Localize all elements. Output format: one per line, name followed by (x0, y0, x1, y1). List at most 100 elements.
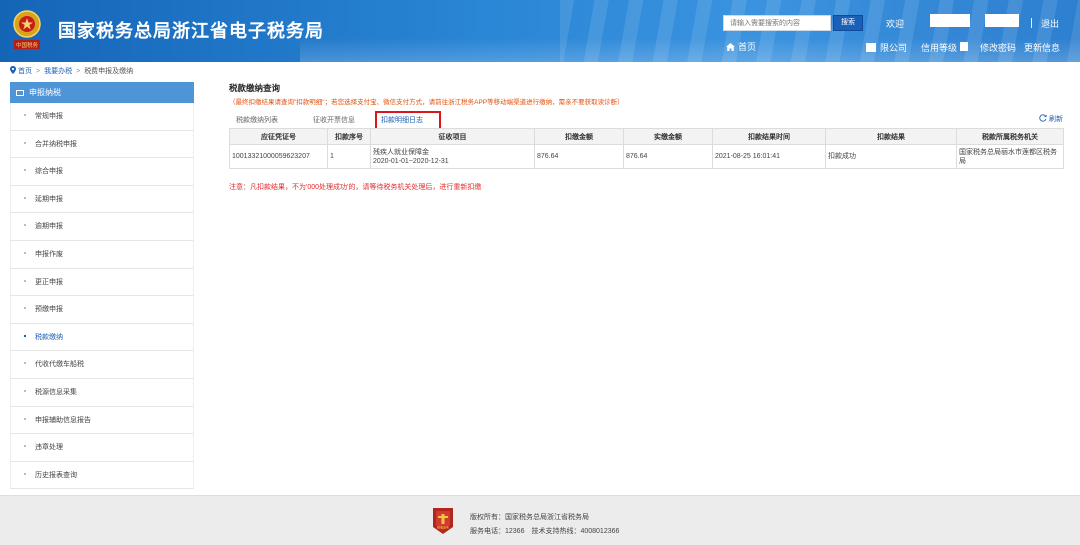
home-link[interactable]: 首页 (726, 40, 756, 53)
sidebar-item[interactable]: 代收代缴车船税 (10, 351, 194, 379)
site-title: 国家税务总局浙江省电子税务局 (58, 21, 324, 41)
home-label: 首页 (738, 42, 757, 52)
cell-result: 扣款成功 (825, 144, 957, 169)
col-deduct-seq: 扣款序号 (327, 128, 371, 145)
sidebar-item[interactable]: 延期申报 (10, 185, 194, 214)
sidebar: 申报纳税 常规申报 合并纳税申报综合申报延期申报逾期申报申报作废更正申报预缴申报税… (10, 82, 194, 490)
update-info-link[interactable]: 更新信息 (1024, 41, 1060, 54)
bullet-icon (24, 417, 26, 420)
redacted-username (930, 14, 970, 27)
sidebar-item[interactable]: 更正申报 (10, 268, 194, 297)
col-result: 扣款结果 (825, 128, 957, 145)
tax-emblem-icon: 中国税务 (13, 10, 41, 49)
bullet-icon (24, 141, 26, 144)
cell-result-time: 2021-08-25 16:01:41 (712, 144, 826, 169)
cell-authority: 国家税务总局丽水市莲都区税务局 (956, 144, 1064, 169)
col-deduct-amount: 扣缴金额 (534, 128, 624, 145)
table-row: 10013321000059623207 1 残疾人就业保障金 2020-01-… (229, 144, 1064, 169)
company-name: 限公司 (880, 43, 908, 53)
col-result-time: 扣款结果时间 (712, 128, 826, 145)
footer: 税收业务 版权所有：国家税务总局浙江省税务局 服务电话：12366 技术支持热线… (0, 495, 1080, 545)
warning-note: 注意：凡扣款结果，不为'000处理成功'的，请等待税务机关处理后，进行重新扣缴 (229, 184, 482, 191)
sidebar-item-label: 逾期申报 (35, 223, 63, 231)
main-content: 税款缴纳查询 （最终扣缴结果请查询"扣款明细"；若您选择支付宝、微信支付方式，请… (229, 82, 1064, 191)
search-input[interactable] (723, 15, 831, 31)
credit-level-link[interactable]: 信用等级 (921, 41, 957, 54)
svg-text:中国税务: 中国税务 (16, 41, 39, 49)
sidebar-item-label: 综合申报 (35, 168, 63, 176)
tab-invoice-info[interactable]: 征收开票信息 (313, 115, 355, 125)
sidebar-item-label: 申报作废 (35, 250, 63, 258)
sidebar-item-label: 税源信息采集 (35, 388, 77, 396)
col-paid-amount: 实缴金额 (623, 128, 713, 145)
copyright: 版权所有：国家税务总局浙江省税务局 (470, 514, 589, 521)
redacted-company (985, 14, 1019, 27)
tab-bar: 税款缴纳列表 征收开票信息 扣款明细日志 刷新 (229, 110, 1063, 133)
bullet-icon (24, 472, 26, 475)
svg-text:税收业务: 税收业务 (437, 525, 449, 530)
bullet-icon (24, 224, 26, 227)
sidebar-item-label: 延期申报 (35, 195, 63, 203)
page-note: （最终扣缴结果请查询"扣款明细"；若您选择支付宝、微信支付方式，请前往浙江税务A… (229, 99, 624, 106)
tax-service-logo-icon: 税收业务 (433, 508, 453, 534)
sidebar-item[interactable]: 常规申报 (10, 103, 194, 131)
breadcrumb-home[interactable]: 首页 (18, 68, 32, 75)
sidebar-item[interactable]: 申报作废 (10, 240, 194, 269)
sidebar-item-label: 税款缴纳 (35, 333, 63, 341)
cell-deduct-amount: 876.64 (534, 144, 624, 169)
sidebar-item[interactable]: 历史报表查询 (10, 461, 194, 490)
col-voucher-no: 应征凭证号 (229, 128, 328, 145)
sidebar-item[interactable]: 违章处理 (10, 434, 194, 462)
bullet-icon (24, 251, 26, 254)
breadcrumb: 首页 > 我要办税 > 税费申报及缴纳 (10, 66, 133, 76)
welcome-text: 欢迎 (886, 19, 905, 29)
bullet-icon (24, 307, 26, 310)
page-title: 税款缴纳查询 (229, 83, 281, 93)
change-password-link[interactable]: 修改密码 (980, 41, 1016, 54)
cell-seq: 1 (327, 144, 371, 169)
sidebar-title: 申报纳税 (29, 88, 61, 97)
refresh-icon (1039, 114, 1047, 122)
home-icon (726, 43, 735, 51)
breadcrumb-current: 税费申报及缴纳 (84, 68, 134, 75)
sidebar-item-label: 历史报表查询 (35, 471, 77, 479)
levy-item-name: 残疾人就业保障金 (373, 148, 429, 156)
cell-voucher-no: 10013321000059623207 (229, 144, 328, 169)
breadcrumb-separator: > (76, 68, 81, 75)
bullet-icon (24, 169, 26, 172)
cell-paid-amount: 876.64 (623, 144, 713, 169)
deduction-table: 应征凭证号 扣款序号 征收项目 扣缴金额 实缴金额 扣款结果时间 扣款结果 税款… (229, 128, 1064, 169)
search-button[interactable]: 搜索 (833, 15, 863, 31)
bullet-icon (24, 334, 26, 337)
sidebar-item[interactable]: 逾期申报 (10, 213, 194, 241)
sidebar-item-label: 预缴申报 (35, 306, 63, 314)
bullet-icon (24, 389, 26, 392)
sidebar-item-label: 申报辅助信息报告 (35, 416, 91, 424)
tab-payment-list[interactable]: 税款缴纳列表 (236, 115, 278, 125)
sidebar-item-label: 代收代缴车船税 (35, 361, 84, 369)
sidebar-item[interactable]: 综合申报 (10, 158, 194, 186)
col-tax-authority: 税款所属税务机关 (956, 128, 1064, 145)
sidebar-item[interactable]: 申报辅助信息报告 (10, 406, 194, 435)
sidebar-header[interactable]: 申报纳税 (10, 82, 194, 103)
redacted-credit (960, 42, 968, 51)
redacted-company-name (866, 43, 876, 52)
breadcrumb-tax[interactable]: 我要办税 (44, 68, 72, 75)
sidebar-item[interactable]: 预缴申报 (10, 296, 194, 324)
bullet-icon (24, 279, 26, 282)
table-header-row: 应征凭证号 扣款序号 征收项目 扣缴金额 实缴金额 扣款结果时间 扣款结果 税款… (229, 128, 1064, 145)
cell-levy-item: 残疾人就业保障金 2020-01-01~2020-12-31 (370, 144, 535, 169)
bullet-icon (24, 362, 26, 365)
divider (1031, 18, 1032, 28)
sidebar-item[interactable]: 合并纳税申报 (10, 130, 194, 159)
footer-text: 版权所有：国家税务总局浙江省税务局 服务电话：12366 技术支持热线：4008… (470, 511, 619, 539)
sidebar-item-label: 违章处理 (35, 444, 63, 452)
refresh-label: 刷新 (1049, 116, 1063, 123)
sidebar-list: 常规申报 合并纳税申报综合申报延期申报逾期申报申报作废更正申报预缴申报税款缴纳代收… (10, 103, 194, 490)
sidebar-item[interactable]: 税款缴纳 (10, 323, 194, 352)
bullet-icon (24, 196, 26, 199)
breadcrumb-separator: > (36, 68, 41, 75)
refresh-button[interactable]: 刷新 (1039, 114, 1063, 124)
sidebar-item[interactable]: 税源信息采集 (10, 378, 194, 407)
logout-link[interactable]: 退出 (1041, 17, 1059, 30)
